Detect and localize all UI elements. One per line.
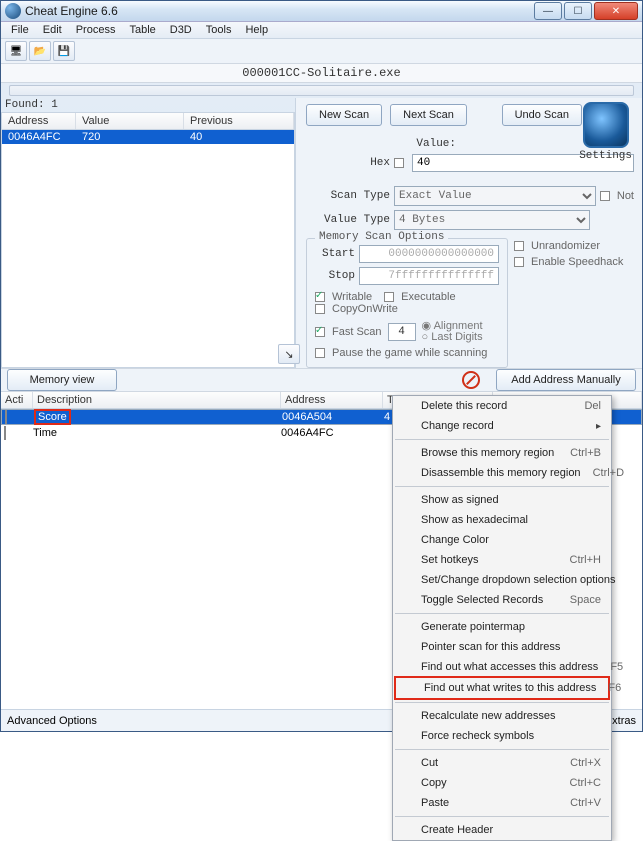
ctx-browse-memory[interactable]: Browse this memory regionCtrl+B: [393, 443, 611, 463]
titlebar: Cheat Engine 6.6 — ☐ ✕: [1, 1, 642, 22]
scan-type-select[interactable]: Exact Value: [394, 186, 596, 206]
ctx-find-writes[interactable]: Find out what writes to this addressF6: [396, 678, 608, 698]
result-row[interactable]: 0046A4FC 720 40: [2, 130, 294, 144]
writable-checkbox[interactable]: [315, 292, 325, 302]
col-previous[interactable]: Previous: [184, 113, 294, 129]
ctx-show-signed[interactable]: Show as signed: [393, 490, 611, 510]
app-icon: [5, 3, 21, 19]
add-address-button[interactable]: Add Address Manually: [496, 369, 636, 391]
ctx-pointer-scan[interactable]: Pointer scan for this address: [393, 637, 611, 657]
ce-logo-icon[interactable]: [583, 102, 629, 148]
ctx-set-hotkeys[interactable]: Set hotkeysCtrl+H: [393, 550, 611, 570]
stop-input[interactable]: [359, 267, 499, 285]
pause-checkbox[interactable]: [315, 348, 325, 358]
menu-help[interactable]: Help: [239, 22, 274, 38]
ctx-recalculate[interactable]: Recalculate new addresses: [393, 706, 611, 726]
menu-file[interactable]: File: [5, 22, 35, 38]
col-value[interactable]: Value: [76, 113, 184, 129]
found-count: Found: 1: [1, 98, 295, 112]
results-list[interactable]: 0046A4FC 720 40: [1, 130, 295, 368]
menu-edit[interactable]: Edit: [37, 22, 68, 38]
undo-scan-button[interactable]: Undo Scan: [502, 104, 582, 126]
scan-progress: [9, 85, 634, 96]
advanced-options[interactable]: Advanced Options: [7, 715, 97, 727]
ctx-create-header[interactable]: Create Header: [393, 820, 611, 840]
ctx-change-record[interactable]: Change record: [393, 416, 611, 436]
ctx-copy[interactable]: CopyCtrl+C: [393, 773, 611, 793]
lua-button[interactable]: ↘: [278, 344, 300, 364]
ctx-find-accesses[interactable]: Find out what accesses this addressF5: [393, 657, 611, 677]
value-type-select[interactable]: 4 Bytes: [394, 210, 590, 230]
hex-label: Hex: [306, 157, 390, 169]
new-scan-button[interactable]: New Scan: [306, 104, 382, 126]
close-button[interactable]: ✕: [594, 2, 638, 20]
value-label: Value:: [306, 138, 456, 150]
fastscan-checkbox[interactable]: [315, 327, 325, 337]
window-title: Cheat Engine 6.6: [25, 4, 534, 18]
memopt-legend: Memory Scan Options: [315, 231, 448, 243]
context-menu: Delete this recordDel Change record Brow…: [392, 395, 612, 841]
ctx-dropdown-options[interactable]: Set/Change dropdown selection options: [393, 570, 611, 590]
no-entry-icon[interactable]: [462, 371, 480, 389]
memory-view-button[interactable]: Memory view: [7, 369, 117, 391]
menu-d3d[interactable]: D3D: [164, 22, 198, 38]
toolbar: 🖥 📂 💾: [1, 39, 642, 64]
menu-process[interactable]: Process: [70, 22, 122, 38]
unrandomizer-checkbox[interactable]: [514, 241, 524, 251]
ctx-toggle-selected[interactable]: Toggle Selected RecordsSpace: [393, 590, 611, 610]
scan-type-label: Scan Type: [306, 190, 390, 202]
executable-checkbox[interactable]: [384, 292, 394, 302]
active-checkbox[interactable]: [4, 426, 6, 440]
settings-link[interactable]: Settings: [579, 150, 632, 162]
start-input[interactable]: [359, 245, 499, 263]
ctx-generate-pointermap[interactable]: Generate pointermap: [393, 617, 611, 637]
open-table-button[interactable]: 📂: [29, 41, 51, 61]
next-scan-button[interactable]: Next Scan: [390, 104, 467, 126]
hex-checkbox[interactable]: [394, 158, 404, 168]
minimize-button[interactable]: —: [534, 2, 562, 20]
ctx-cut[interactable]: CutCtrl+X: [393, 753, 611, 773]
menu-tools[interactable]: Tools: [200, 22, 238, 38]
col-address[interactable]: Address: [2, 113, 76, 129]
menu-table[interactable]: Table: [123, 22, 161, 38]
process-name: 000001CC-Solitaire.exe: [1, 64, 642, 83]
ctx-change-color[interactable]: Change Color: [393, 530, 611, 550]
save-table-button[interactable]: 💾: [53, 41, 75, 61]
open-process-button[interactable]: 🖥: [5, 41, 27, 61]
maximize-button[interactable]: ☐: [564, 2, 592, 20]
menubar: File Edit Process Table D3D Tools Help: [1, 22, 642, 39]
ctx-disassemble[interactable]: Disassemble this memory regionCtrl+D: [393, 463, 611, 483]
results-header: Address Value Previous: [1, 112, 295, 130]
fastscan-value[interactable]: [388, 323, 416, 341]
speedhack-checkbox[interactable]: [514, 257, 524, 267]
cow-checkbox[interactable]: [315, 304, 325, 314]
not-checkbox[interactable]: [600, 191, 610, 201]
ctx-paste[interactable]: PasteCtrl+V: [393, 793, 611, 813]
ctx-recheck-symbols[interactable]: Force recheck symbols: [393, 726, 611, 746]
ctx-show-hex[interactable]: Show as hexadecimal: [393, 510, 611, 530]
active-checkbox[interactable]: [5, 410, 7, 424]
value-type-label: Value Type: [306, 214, 390, 226]
ctx-delete[interactable]: Delete this recordDel: [393, 396, 611, 416]
